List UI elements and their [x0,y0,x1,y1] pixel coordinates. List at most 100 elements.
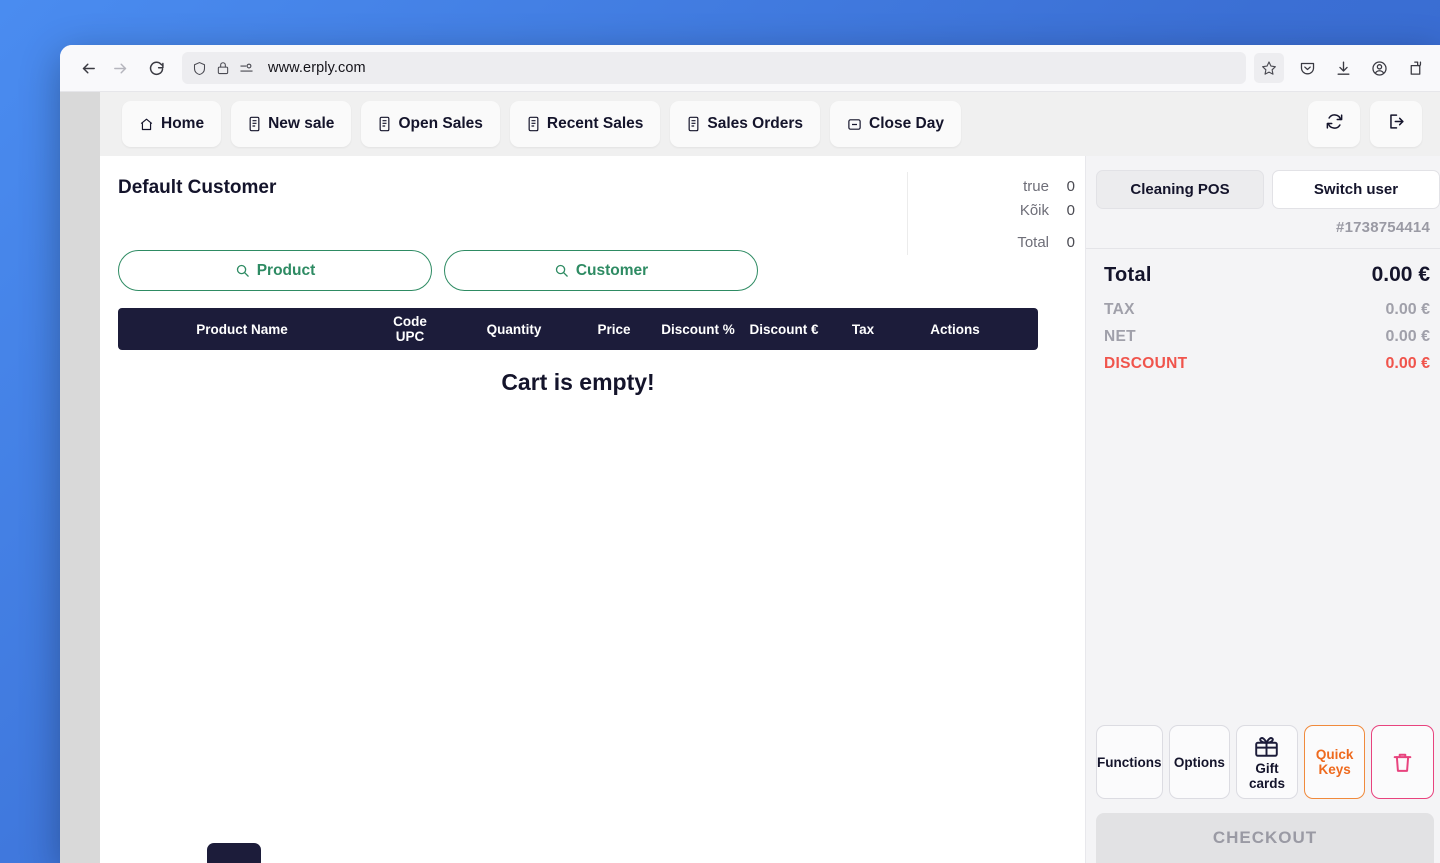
discount-value: 0.00 € [1385,355,1430,372]
cart-empty-message: Cart is empty! [501,369,655,395]
pos-name-button[interactable]: Cleaning POS [1096,170,1264,209]
receipt-icon [687,116,700,132]
functions-button[interactable]: Functions [1096,725,1163,799]
gift-icon [1253,733,1280,759]
pocket-icon[interactable] [1292,53,1322,83]
nav-item-recent-sales[interactable]: Recent Sales [509,101,661,147]
customer-search-button[interactable]: Customer [444,250,758,291]
nav-item-open-sales[interactable]: Open Sales [361,101,500,147]
column-code-upc: Code UPC [366,314,454,344]
cart-body-area [100,396,1085,863]
reload-button[interactable] [140,52,172,84]
cart-column: Default Customer true 0 Kõik 0 Total 0 P… [100,156,1085,863]
mini-total-row: Total 0 [908,231,1075,255]
forward-button[interactable] [104,52,136,84]
net-value: 0.00 € [1385,328,1430,345]
tax-value: 0.00 € [1385,301,1430,318]
pos-user-row: Cleaning POS Switch user [1086,170,1440,209]
delete-sale-button[interactable] [1371,725,1434,799]
customer-name[interactable]: Default Customer [100,172,276,199]
extensions-icon[interactable] [1400,53,1430,83]
search-row: Product Customer [100,250,1085,291]
lock-icon [216,61,230,75]
mini-total-value: 0 [1066,202,1075,219]
logout-button[interactable] [1370,101,1422,147]
search-icon [554,263,569,278]
quick-keys-label: Quick Keys [1315,747,1354,777]
nav-label: Recent Sales [546,115,644,132]
nav-label: New sale [268,115,335,132]
discount-label: DISCOUNT [1104,355,1188,372]
switch-user-button[interactable]: Switch user [1272,170,1440,209]
mini-totals: true 0 Kõik 0 Total 0 [907,172,1085,255]
gift-cards-button[interactable]: Gift cards [1236,725,1298,799]
address-bar[interactable]: www.erply.com [182,52,1246,84]
summary-panel: Cleaning POS Switch user #1738754414 Tot… [1085,156,1440,863]
product-search-button[interactable]: Product [118,250,432,291]
totals-list: Total 0.00 € TAX 0.00 € NET 0.00 € DISCO… [1086,249,1440,382]
account-icon[interactable] [1364,53,1394,83]
column-product-name: Product Name [196,321,288,337]
discount-row: DISCOUNT 0.00 € [1104,355,1430,373]
functions-label: Functions [1097,754,1162,770]
column-upc: UPC [395,329,425,344]
search-icon [235,263,250,278]
net-label: NET [1104,328,1136,345]
nav-item-new-sale[interactable]: New sale [231,101,352,147]
bottom-floating-button[interactable] [207,843,261,863]
total-label: Total [1104,264,1152,286]
nav-item-sales-orders[interactable]: Sales Orders [670,101,821,147]
checkout-button[interactable]: CHECKOUT [1096,813,1434,863]
browser-actions [1292,53,1430,83]
mini-total-row: true 0 [908,175,1075,199]
nav-item-close-day[interactable]: Close Day [830,101,961,147]
column-quantity: Quantity [486,321,542,337]
logout-icon [1387,112,1406,136]
trash-icon [1390,750,1415,775]
total-value: 0.00 € [1371,263,1430,286]
mini-total-label: true [1023,178,1049,195]
action-buttons: Functions Options Gift cards Quick Keys [1086,725,1440,799]
nav-label: Open Sales [398,115,483,132]
mini-total-label: Total [1017,234,1049,251]
nav-label: Close Day [869,115,944,132]
page-viewport: Home New sale Open Sales Recent Sales Sa… [60,92,1440,863]
column-price: Price [597,321,631,337]
pos-top-nav: Home New sale Open Sales Recent Sales Sa… [100,92,1440,156]
mini-total-value: 0 [1066,234,1075,251]
options-button[interactable]: Options [1168,725,1231,799]
browser-toolbar: www.erply.com [60,45,1440,92]
cart-table-header: Product Name Code UPC Quantity Price Dis… [118,308,1038,350]
browser-window: www.erply.com Home New sale Open Sales R… [60,45,1440,863]
shield-icon [192,61,207,76]
net-row: NET 0.00 € [1104,328,1430,346]
column-actions: Actions [930,321,980,337]
back-button[interactable] [72,52,104,84]
column-discount-eur: Discount € [749,321,819,337]
nav-label: Sales Orders [707,115,804,132]
mini-total-label: Kõik [1019,202,1049,219]
home-icon [139,117,154,132]
refresh-button[interactable] [1308,101,1360,147]
download-icon[interactable] [1328,53,1358,83]
receipt-icon [248,116,261,132]
mini-total-row: Kõik 0 [908,199,1075,223]
receipt-icon [527,116,540,132]
customer-search-label: Customer [575,261,649,279]
permissions-icon[interactable] [239,61,254,76]
column-tax: Tax [851,321,875,337]
nav-label: Home [161,115,205,132]
options-label: Options [1173,754,1225,770]
star-icon[interactable] [1254,53,1284,83]
ticket-number: #1738754414 [1336,219,1430,236]
day-close-icon [847,117,862,132]
customer-bar: Default Customer true 0 Kõik 0 Total 0 [100,156,1085,255]
mini-total-value: 0 [1066,178,1075,195]
url-text: www.erply.com [268,60,366,76]
gift-cards-label: Gift cards [1248,761,1285,791]
product-search-label: Product [256,261,316,279]
nav-item-home[interactable]: Home [122,101,222,147]
tax-label: TAX [1104,301,1135,318]
quick-keys-button[interactable]: Quick Keys [1303,725,1366,799]
total-row: Total 0.00 € [1104,263,1430,287]
